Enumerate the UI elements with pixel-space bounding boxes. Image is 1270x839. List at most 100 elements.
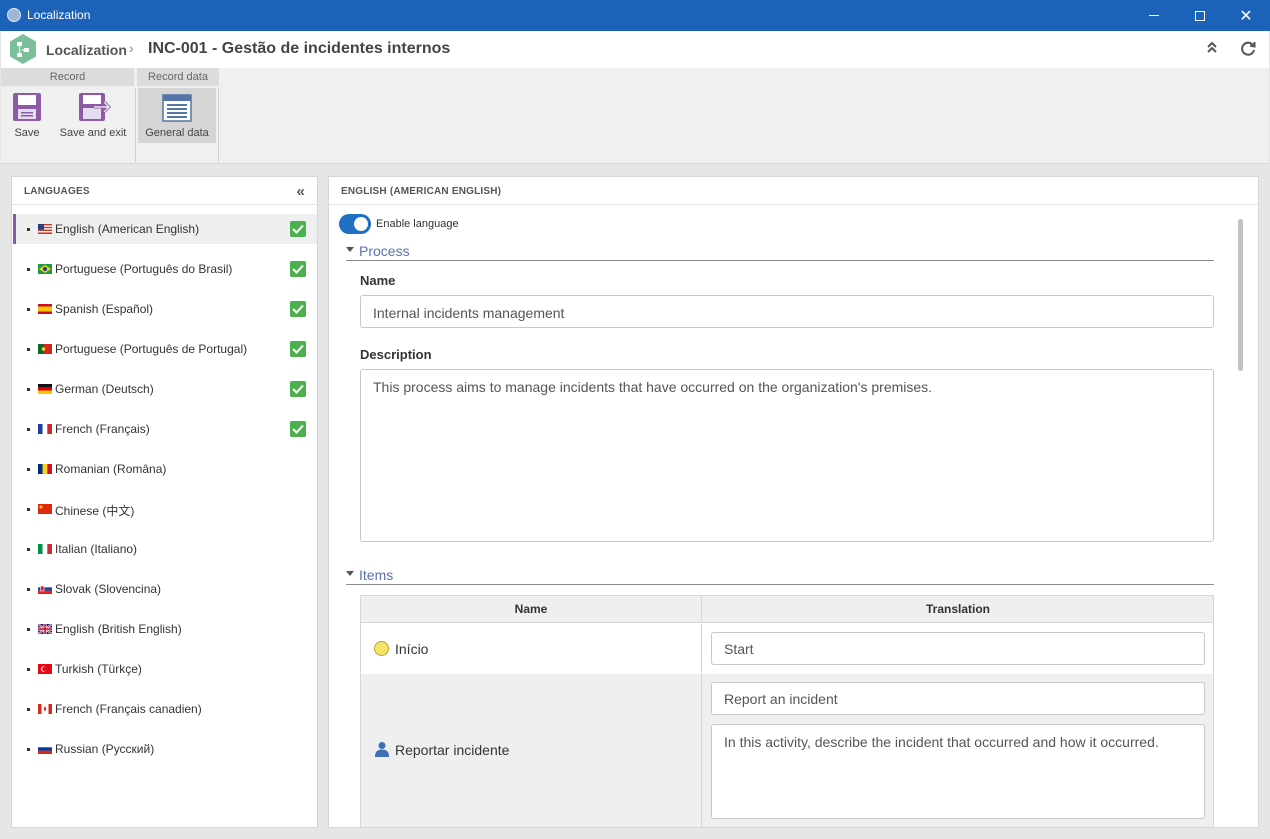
save-and-exit-label: Save and exit <box>59 127 127 139</box>
item-description-input[interactable]: In this activity, describe the incident … <box>711 724 1205 819</box>
bullet-icon <box>27 348 30 351</box>
collapse-header-icon[interactable] <box>1206 40 1218 59</box>
bullet-icon <box>27 508 30 511</box>
flag-us-icon <box>38 223 52 234</box>
close-button[interactable]: ✕ <box>1223 0 1269 31</box>
language-item[interactable]: Romanian (Româna) <box>13 454 317 484</box>
check-icon <box>290 261 306 277</box>
window-title: Localization <box>27 8 91 22</box>
flag-br-icon <box>38 263 52 274</box>
page-header: Localization › INC-001 - Gestão de incid… <box>1 31 1269 68</box>
check-icon <box>290 221 306 237</box>
process-section-header[interactable]: Process <box>346 243 1214 261</box>
refresh-icon[interactable] <box>1239 40 1257 63</box>
bullet-icon <box>27 628 30 631</box>
language-label: English (American English) <box>55 222 200 236</box>
general-data-button[interactable]: General data <box>138 88 216 143</box>
bullet-icon <box>27 668 30 671</box>
language-label: Slovak (Slovencina) <box>55 582 162 596</box>
language-item[interactable]: German (Deutsch) <box>13 374 317 404</box>
language-item[interactable]: Portuguese (Português do Brasil) <box>13 254 317 284</box>
column-header-translation[interactable]: Translation <box>703 596 1213 623</box>
language-item[interactable]: Slovak (Slovencina) <box>13 574 317 604</box>
item-translation-input[interactable]: Report an incident <box>711 682 1205 715</box>
item-name: Reportar incidente <box>395 742 510 758</box>
language-item[interactable]: English (British English) <box>13 614 317 644</box>
language-label: Italian (Italiano) <box>55 542 138 556</box>
check-icon <box>290 421 306 437</box>
languages-title: LANGUAGES <box>24 186 90 197</box>
language-label: Portuguese (Português do Brasil) <box>55 262 233 276</box>
language-label: Russian (Русский) <box>55 742 155 756</box>
vertical-scrollbar[interactable] <box>1238 219 1243 371</box>
ribbon-toolbar: Record Record data Save Save and exit Ge… <box>1 68 1269 164</box>
caret-down-icon <box>346 571 354 576</box>
flag-gb-icon <box>37 623 53 635</box>
save-button[interactable]: Save <box>5 88 49 143</box>
bullet-icon <box>27 748 30 751</box>
bullet-icon <box>27 588 30 591</box>
collapse-panel-icon[interactable]: « <box>296 183 305 200</box>
flag-cn-icon <box>38 503 52 514</box>
breadcrumb-separator-icon: › <box>129 40 134 56</box>
language-item[interactable]: Italian (Italiano) <box>13 534 317 564</box>
toggle-knob <box>354 217 368 231</box>
language-item[interactable]: Turkish (Türkçe) <box>13 654 317 684</box>
process-logo-icon <box>10 34 36 64</box>
column-header-name[interactable]: Name <box>361 596 702 623</box>
process-description-input[interactable]: This process aims to manage incidents th… <box>360 369 1214 542</box>
language-item[interactable]: Portuguese (Português de Portugal) <box>13 334 317 364</box>
save-icon <box>13 93 41 121</box>
items-section-header[interactable]: Items <box>346 567 1214 585</box>
description-label: Description <box>360 347 432 362</box>
item-name-cell: Início <box>361 624 702 674</box>
language-item[interactable]: Chinese (中文) <box>13 494 317 524</box>
flag-it-icon <box>38 543 52 554</box>
bullet-icon <box>27 708 30 711</box>
language-label: German (Deutsch) <box>55 382 154 396</box>
general-data-icon <box>162 94 192 122</box>
minimize-icon <box>1149 15 1159 16</box>
maximize-button[interactable] <box>1177 0 1223 31</box>
detail-header: ENGLISH (AMERICAN ENGLISH) <box>329 177 1258 205</box>
name-label: Name <box>360 273 396 288</box>
language-item[interactable]: French (Français) <box>13 414 317 444</box>
enable-language-toggle[interactable] <box>339 214 371 234</box>
close-icon: ✕ <box>1239 7 1253 25</box>
toolbar-divider <box>218 88 219 162</box>
process-name-input[interactable]: Internal incidents management <box>360 295 1214 328</box>
flag-ca-icon <box>38 703 52 714</box>
minimize-button[interactable] <box>1131 0 1177 31</box>
item-translation-input[interactable]: Start <box>711 632 1205 665</box>
bullet-icon <box>27 548 30 551</box>
check-icon <box>290 381 306 397</box>
table-row: Reportar incidente Report an incident In… <box>361 674 1213 827</box>
language-item[interactable]: French (Français canadien) <box>13 694 317 724</box>
caret-down-icon <box>346 247 354 252</box>
table-row: Início Start <box>361 624 1213 674</box>
flag-es-icon <box>38 303 52 314</box>
language-label: Chinese (中文) <box>55 504 135 518</box>
item-translation-cell: Start <box>703 624 1213 674</box>
flag-ro-icon <box>38 463 52 474</box>
save-and-exit-button[interactable]: Save and exit <box>56 88 130 143</box>
process-section-title: Process <box>359 243 410 259</box>
language-item[interactable]: Russian (Русский) <box>13 734 317 764</box>
bullet-icon <box>27 388 30 391</box>
globe-icon <box>7 8 21 22</box>
language-label: French (Français) <box>55 422 150 436</box>
language-label: English (British English) <box>55 622 182 636</box>
language-label: Turkish (Türkçe) <box>55 662 142 676</box>
start-event-icon <box>374 641 389 656</box>
breadcrumb[interactable]: Localization <box>46 42 127 58</box>
items-grid: Name Translation Início Start Reportar i… <box>360 595 1214 827</box>
flag-tr-icon <box>38 663 52 674</box>
language-item[interactable]: Spanish (Español) <box>13 294 317 324</box>
language-label: Romanian (Româna) <box>55 462 167 476</box>
toolbar-divider <box>135 88 136 162</box>
language-item[interactable]: English (American English) <box>13 214 317 244</box>
detail-title: ENGLISH (AMERICAN ENGLISH) <box>341 186 502 197</box>
items-section-title: Items <box>359 567 394 583</box>
save-and-exit-icon <box>79 93 112 121</box>
bullet-icon <box>27 268 30 271</box>
